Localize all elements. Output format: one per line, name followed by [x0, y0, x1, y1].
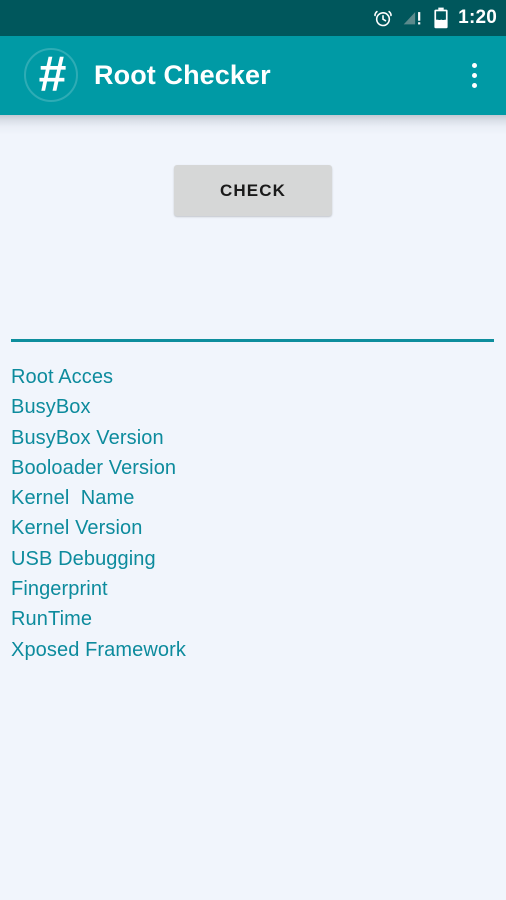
check-button[interactable]: CHECK — [174, 165, 332, 216]
list-item: Root Acces — [11, 366, 114, 388]
hash-logo-icon: # — [22, 46, 82, 106]
overflow-dot — [471, 73, 477, 78]
app-title: Root Checker — [94, 60, 271, 90]
overflow-dot — [471, 63, 477, 68]
status-bar: 53 1:20 — [0, 0, 506, 36]
status-bar-clock: 1:20 — [458, 7, 497, 28]
alarm-clock-icon — [373, 8, 393, 28]
app-bar: # Root Checker — [0, 36, 506, 115]
signal-no-service-icon — [402, 8, 424, 28]
app-root: 53 1:20 # Root Checker CHECK Root Acces … — [0, 0, 506, 900]
battery-level-text: 53 — [437, 13, 446, 22]
overflow-menu-button[interactable] — [460, 52, 488, 100]
list-item: Xposed Framework — [11, 638, 186, 661]
main-content: CHECK Root Acces BusyBox BusyBox Version… — [0, 115, 506, 900]
list-item: Kernel Version — [11, 517, 143, 540]
list-item: Booloader Version — [11, 456, 177, 479]
list-item: BusyBox Version — [11, 426, 164, 449]
list-item: Fingerprint — [11, 578, 108, 601]
list-item: USB Debugging — [11, 547, 156, 570]
list-item: RunTime — [11, 608, 93, 631]
logo-hash-glyph: # — [38, 46, 67, 102]
list-item: BusyBox — [11, 396, 91, 419]
overflow-dot — [471, 83, 477, 88]
battery-icon: 53 — [433, 7, 449, 29]
list-item: Kernel Name — [11, 487, 135, 510]
status-bar-icons: 53 — [373, 7, 449, 29]
info-list: Root Acces BusyBox BusyBox Version Boolo… — [11, 362, 471, 665]
section-divider — [11, 339, 494, 342]
